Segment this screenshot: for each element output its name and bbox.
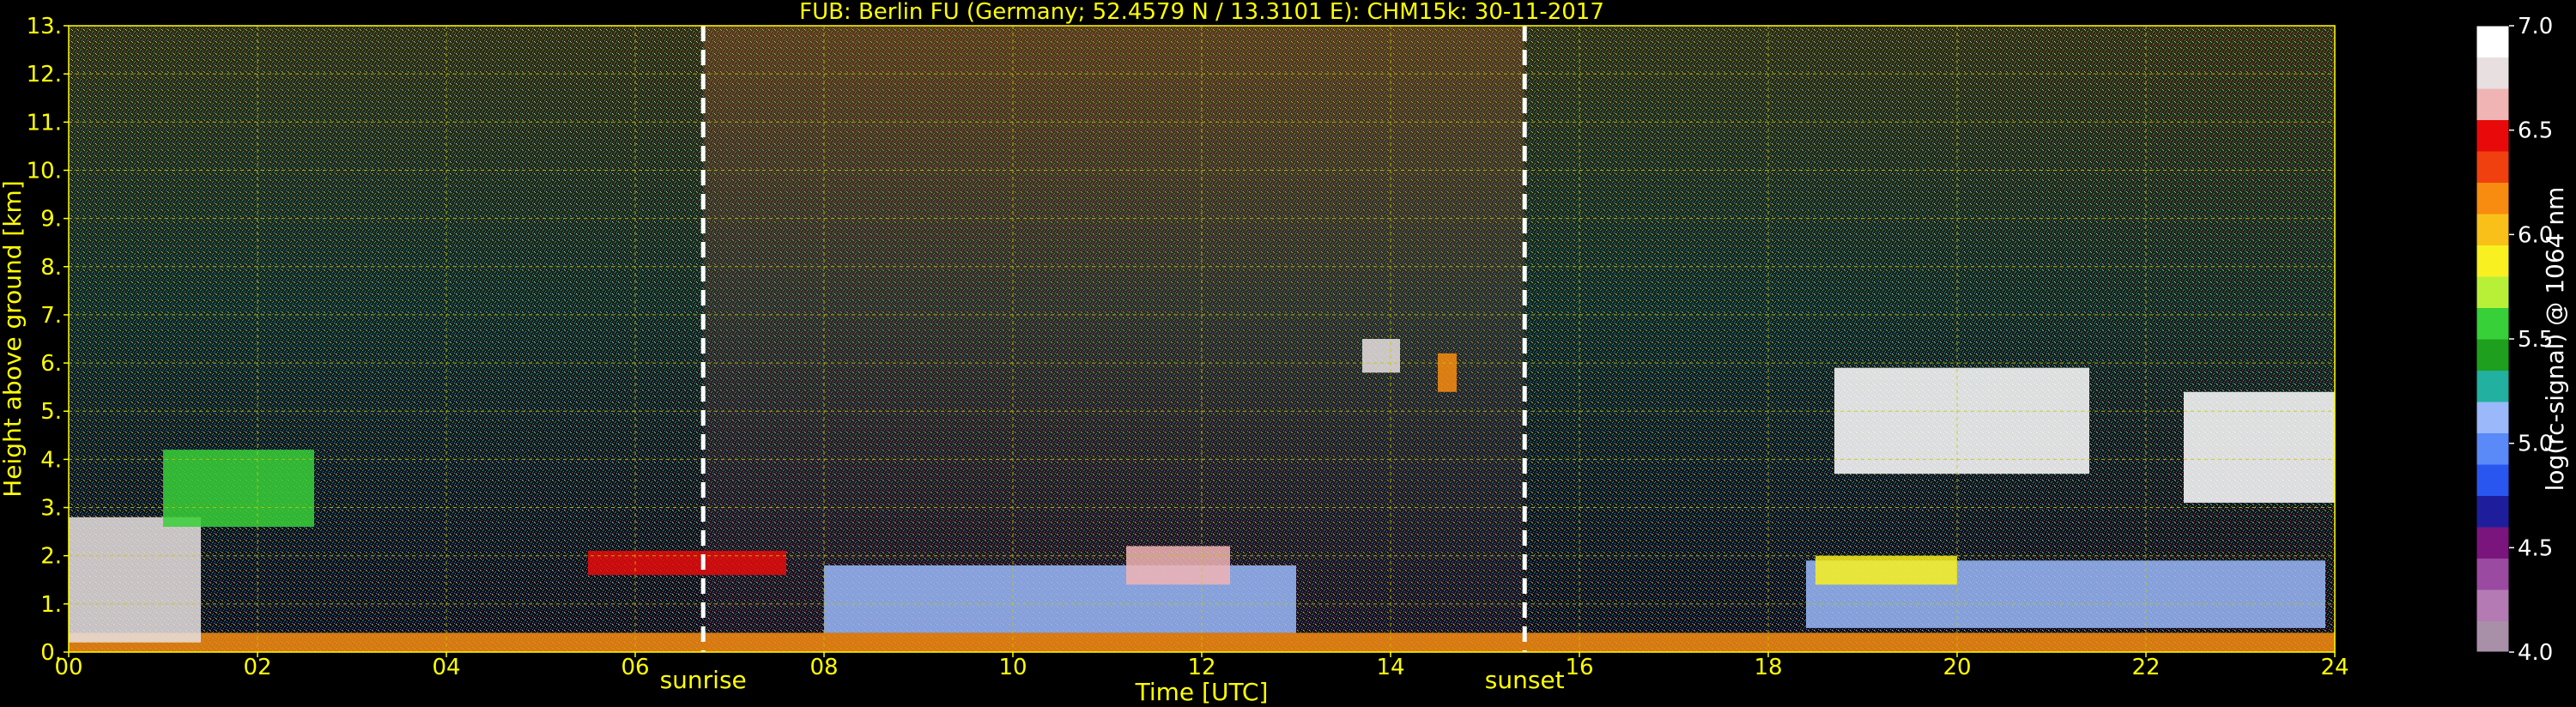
colorbar-segment: [2476, 558, 2509, 590]
signal-feature: [1126, 546, 1230, 585]
y-tick-label: 10.: [27, 158, 62, 184]
y-tick-label: 9.: [40, 207, 62, 233]
y-tick-label: 3.: [40, 496, 62, 522]
colorbar-segment: [2476, 464, 2509, 496]
colorbar-label: log(rc-signal) @ 1064 nm: [2541, 187, 2569, 492]
x-tick-label: 12: [1187, 655, 1215, 680]
x-tick-label: 10: [998, 655, 1027, 680]
colorbar-segment: [2476, 620, 2509, 653]
signal-feature: [1815, 555, 1957, 585]
colorbar-segment: [2476, 339, 2509, 371]
chart-title: FUB: Berlin FU (Germany; 52.4579 N / 13.…: [799, 0, 1604, 25]
x-tick-label: 24: [2320, 655, 2349, 680]
y-axis-ticks: 0. 1. 2. 3. 4. 5. 6. 7. 8. 9. 10. 11. 12. 13.: [27, 14, 69, 666]
x-axis-ticks: 00 02 04 06 08 10 12 14 16 18 20 22 24: [54, 652, 2349, 680]
colorbar-tick-label: 4.5: [2518, 535, 2553, 561]
colorbar-segment: [2476, 57, 2509, 89]
y-tick-label: 6.: [40, 351, 62, 377]
x-tick-label: 18: [1754, 655, 1782, 680]
x-tick-label: 04: [432, 655, 460, 680]
colorbar-segment: [2476, 527, 2509, 559]
colorbar-segment: [2476, 26, 2509, 57]
y-tick-label: 8.: [40, 255, 62, 281]
colorbar-segment: [2476, 370, 2509, 402]
colorbar-segment: [2476, 88, 2509, 120]
colorbar-segment: [2476, 276, 2509, 308]
colorbar-segment: [2476, 589, 2509, 621]
colorbar-segment: [2476, 182, 2509, 215]
colorbar-segment: [2476, 245, 2509, 277]
y-tick-label: 12.: [27, 62, 62, 88]
x-tick-label: 20: [1943, 655, 1971, 680]
y-axis-label: Height above ground [km]: [0, 180, 27, 498]
x-axis-label: Time [UTC]: [1135, 678, 1269, 706]
colorbar-segment: [2476, 432, 2509, 465]
signal-feature: [69, 517, 201, 643]
x-tick-label: 14: [1376, 655, 1404, 680]
signal-feature: [588, 551, 786, 576]
colorbar: [2476, 25, 2510, 653]
colorbar-segment: [2476, 214, 2509, 245]
y-tick-label: 7.: [40, 303, 62, 329]
signal-feature: [1362, 339, 1400, 373]
colorbar-segment: [2476, 307, 2509, 340]
x-tick-label: 16: [1565, 655, 1593, 680]
y-tick-label: 4.: [40, 447, 62, 473]
colorbar-segment: [2476, 151, 2509, 183]
colorbar-tick-label: 6.5: [2518, 118, 2553, 144]
colorbar-tick-label: 7.0: [2518, 14, 2553, 39]
y-tick-label: 2.: [40, 544, 62, 570]
signal-feature: [69, 632, 2335, 652]
ceilometer-chart: sunrise sunset 00 02 04 06 08 10 12 14 16 18 20 22 24…: [0, 0, 2569, 706]
colorbar-tick-label: 4.0: [2518, 640, 2553, 666]
colorbar-segment: [2476, 495, 2509, 528]
signal-feature: [2184, 391, 2335, 503]
x-tick-label: 22: [2131, 655, 2160, 680]
y-tick-label: 13.: [27, 14, 62, 39]
x-tick-label: 08: [809, 655, 838, 680]
colorbar-segment: [2476, 402, 2509, 433]
y-tick-label: 0.: [40, 640, 62, 666]
signal-feature: [1834, 367, 2089, 474]
sun-marker-label: sunrise: [660, 666, 747, 694]
x-tick-label: 06: [621, 655, 649, 680]
daylight-noise-band: [703, 26, 1525, 652]
plot-area: [69, 26, 2335, 652]
y-tick-label: 1.: [40, 592, 62, 618]
y-tick-label: 5.: [40, 399, 62, 425]
sun-marker-label: sunset: [1485, 666, 1565, 694]
x-tick-label: 02: [243, 655, 271, 680]
signal-feature: [163, 450, 314, 527]
signal-feature: [1438, 353, 1457, 392]
colorbar-segment: [2476, 119, 2509, 152]
y-tick-label: 11.: [27, 110, 62, 136]
